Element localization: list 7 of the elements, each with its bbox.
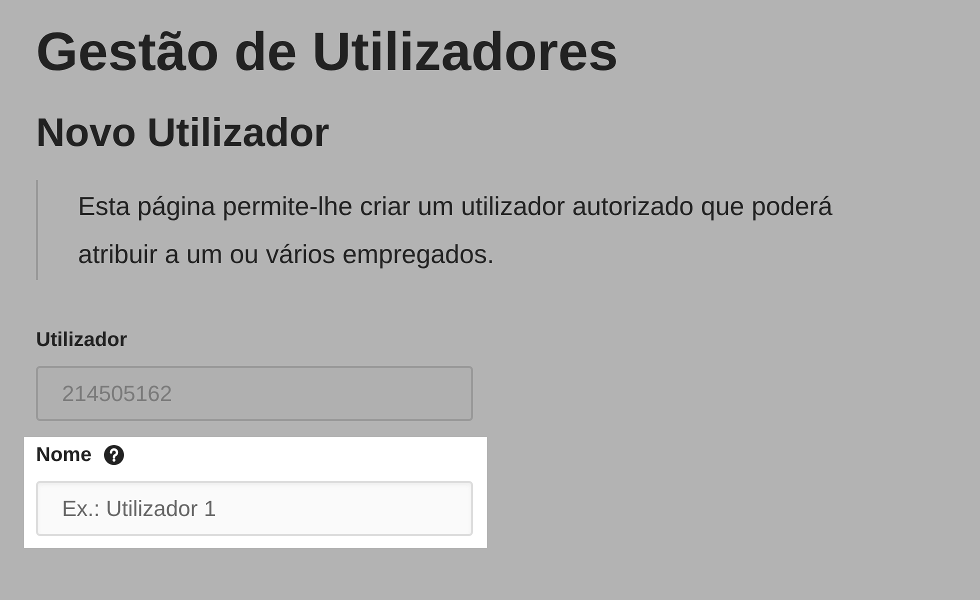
- section-heading: Novo Utilizador: [36, 110, 330, 157]
- field-label: Utilizador: [36, 328, 128, 353]
- text-field[interactable]: Ex.: Utilizador 1: [36, 481, 473, 536]
- help-icon[interactable]: [104, 445, 124, 465]
- description-text: Esta página permite-lhe criar um utilizador autorizado que poderá atribuir a um ou vários empregados.: [78, 190, 834, 271]
- field-label: Nome: [36, 443, 92, 468]
- page-title: Gestão de Utilizadores: [36, 21, 618, 84]
